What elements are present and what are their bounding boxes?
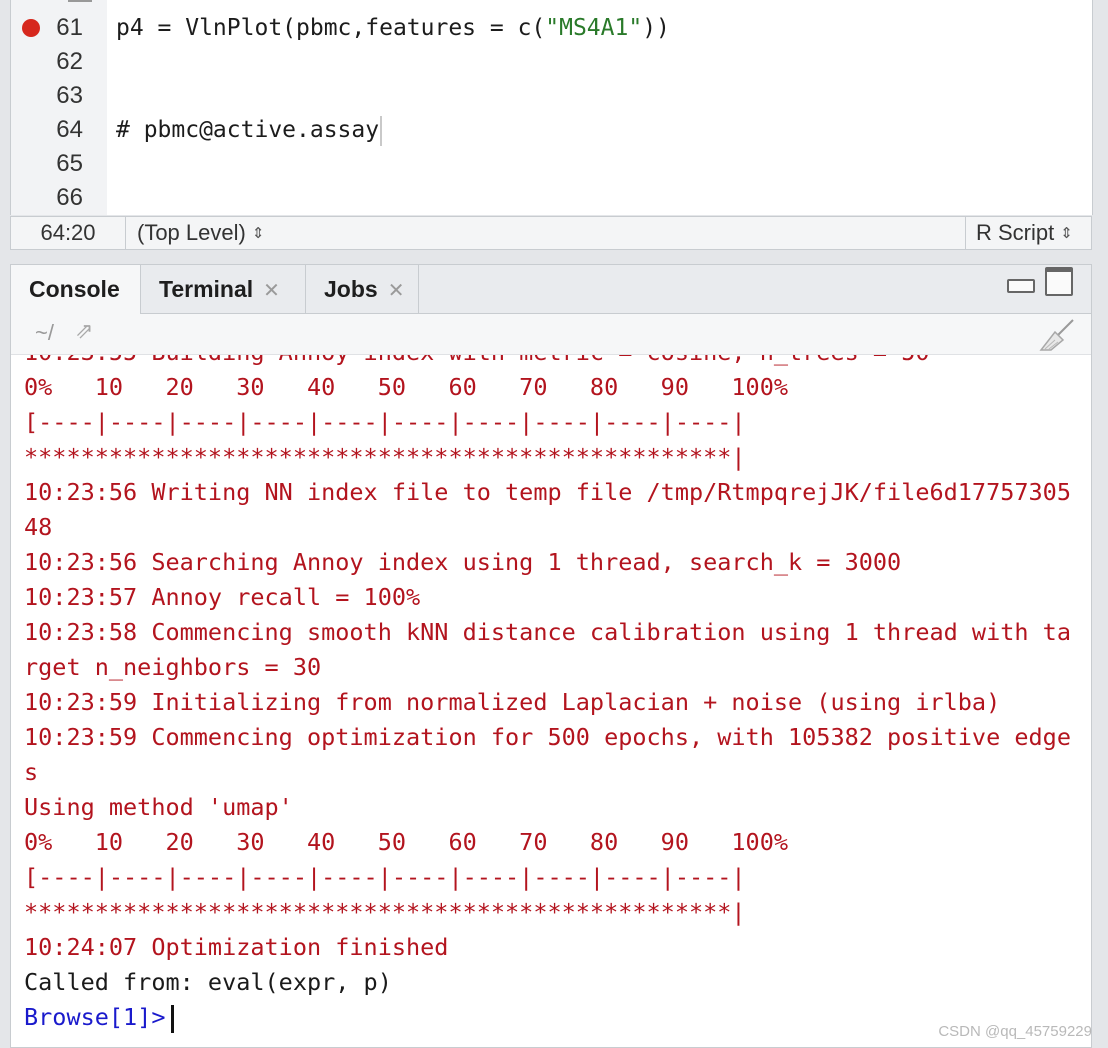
- tab-label: Terminal: [159, 276, 254, 302]
- console-output-line: Using method 'umap': [24, 793, 293, 821]
- text-cursor: [380, 115, 383, 146]
- code-token: )): [642, 15, 670, 41]
- tab-terminal[interactable]: Terminal ✕: [141, 265, 306, 313]
- tab-label: Jobs: [324, 276, 378, 302]
- updown-chevron-icon: ⇕: [251, 225, 265, 243]
- console-output-line: ****************************************…: [24, 443, 746, 471]
- console-path-bar: ~/ ⇗: [11, 314, 1091, 355]
- console-output-line: 10:23:59 Initializing from normalized La…: [24, 688, 1001, 716]
- editor-line-64[interactable]: 64 # pbmc@active.assay: [11, 113, 1092, 147]
- language-label: R Script: [976, 220, 1055, 245]
- console-output-line: 0% 10 20 30 40 50 60 70 80 90 100%: [24, 828, 789, 856]
- pane-tab-bar: Console Terminal ✕ Jobs ✕: [11, 265, 1091, 314]
- line-number: 63: [56, 82, 83, 109]
- console-output-line: [----|----|----|----|----|----|----|----…: [24, 408, 746, 436]
- console-output-line: Called from: eval(expr, p): [24, 968, 392, 996]
- tab-jobs[interactable]: Jobs ✕: [306, 265, 419, 313]
- source-editor[interactable]: 61 p4 = VlnPlot(pbmc,features = c("MS4A1…: [10, 0, 1093, 215]
- editor-line-65[interactable]: 65: [11, 147, 1092, 181]
- console-output-line: 0% 10 20 30 40 50 60 70 80 90 100%: [24, 373, 789, 401]
- line-number: 62: [56, 48, 83, 75]
- console-output-line: 10:23:59 Commencing optimization for 500…: [24, 723, 1071, 751]
- editor-line-62[interactable]: 62: [11, 45, 1092, 79]
- previous-line-number-fragment: [68, 0, 92, 2]
- line-number: 64: [56, 116, 83, 143]
- close-icon[interactable]: ✕: [263, 280, 280, 302]
- console-output-line: 10:23:56 Writing NN index file to temp f…: [24, 478, 1071, 506]
- console-output-line: rget n_neighbors = 30: [24, 653, 322, 681]
- minimize-pane-icon[interactable]: [1007, 279, 1035, 293]
- code-text[interactable]: # pbmc@active.assay: [116, 113, 383, 147]
- tab-label: Console: [29, 276, 120, 302]
- console-prompt[interactable]: Browse[1]>: [24, 1000, 175, 1035]
- console-output-line: 10:23:58 Commencing smooth kNN distance …: [24, 618, 1071, 646]
- line-number: 61: [56, 14, 83, 41]
- updown-chevron-icon: ⇕: [1060, 225, 1073, 243]
- editor-line-66[interactable]: 66: [11, 181, 1092, 215]
- console-output-line: s: [24, 758, 39, 786]
- code-token: p4 = VlnPlot(pbmc,features = c(: [116, 15, 546, 41]
- console-output-line: ****************************************…: [24, 898, 746, 926]
- prompt-text: Browse[1]>: [24, 1003, 166, 1031]
- language-selector[interactable]: R Script ⇕: [965, 217, 1091, 249]
- console-pane: Console Terminal ✕ Jobs ✕ ~/ ⇗ 10:23:55 Bu…: [10, 264, 1092, 1048]
- console-output-line: 10:23:57 Annoy recall = 100%: [24, 583, 421, 611]
- clear-console-broom-icon[interactable]: [1037, 318, 1077, 352]
- comment-token: # pbmc@active.assay: [116, 117, 380, 143]
- tab-console[interactable]: Console: [11, 265, 141, 314]
- input-caret: [171, 1004, 175, 1033]
- console-output-line: 10:23:55 Building Annoy index with metri…: [24, 355, 929, 370]
- scope-label: (Top Level): [137, 220, 246, 245]
- line-number: 65: [56, 150, 83, 177]
- scope-selector[interactable]: (Top Level) ⇕: [137, 217, 264, 250]
- editor-line-63[interactable]: 63: [11, 79, 1092, 113]
- cursor-position: 64:20: [11, 217, 126, 249]
- console-output[interactable]: 10:23:55 Building Annoy index with metri…: [11, 355, 1091, 1047]
- console-output-line: 48: [24, 513, 53, 541]
- line-number: 66: [56, 184, 83, 211]
- maximize-pane-icon[interactable]: [1045, 267, 1073, 296]
- string-token: "MS4A1": [545, 15, 643, 41]
- code-text[interactable]: p4 = VlnPlot(pbmc,features = c("MS4A1")): [116, 11, 670, 45]
- editor-line-61[interactable]: 61 p4 = VlnPlot(pbmc,features = c("MS4A1…: [11, 11, 1092, 45]
- working-directory: ~/: [35, 320, 54, 345]
- watermark-text: CSDN @qq_45759229: [938, 1023, 1092, 1040]
- close-icon[interactable]: ✕: [388, 280, 405, 302]
- console-output-line: 10:23:56 Searching Annoy index using 1 t…: [24, 548, 902, 576]
- go-to-directory-icon[interactable]: ⇗: [75, 318, 93, 344]
- console-output-line: [----|----|----|----|----|----|----|----…: [24, 863, 746, 891]
- editor-status-bar: 64:20 (Top Level) ⇕ R Script ⇕: [10, 216, 1092, 250]
- console-output-line: 10:24:07 Optimization finished: [24, 933, 449, 961]
